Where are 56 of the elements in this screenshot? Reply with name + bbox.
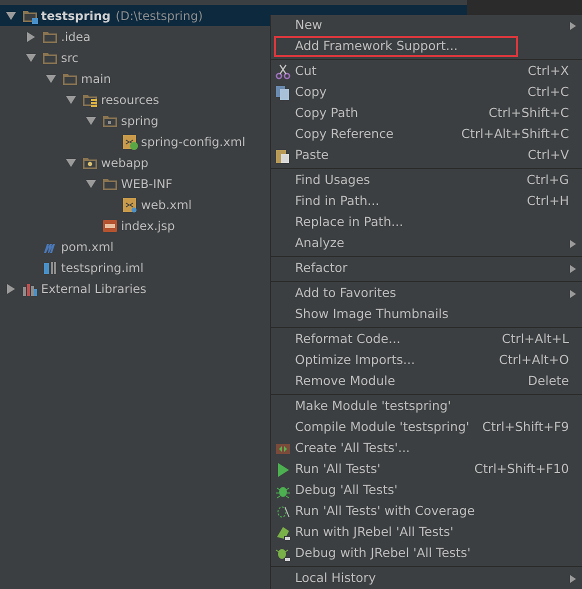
expand-arrow-icon[interactable] xyxy=(6,284,16,294)
jsp-file-icon xyxy=(102,218,118,234)
menu-item[interactable]: Paste Ctrl+V xyxy=(271,145,582,166)
shortcut-label: Ctrl+Alt+L xyxy=(502,330,570,348)
spring-xml-icon xyxy=(122,134,138,150)
menu-item[interactable]: Compile Module 'testspring' Ctrl+Shift+F9 xyxy=(271,417,582,438)
menu-item[interactable]: Copy Ctrl+C xyxy=(271,82,582,103)
shortcut-label: Ctrl+Alt+O xyxy=(499,351,570,370)
shortcut-label: Ctrl+H xyxy=(526,192,570,210)
collapse-arrow-icon[interactable] xyxy=(26,52,36,62)
menu-item[interactable]: Local History xyxy=(271,568,582,589)
menu-item[interactable]: Debug with JRebel 'All Tests' xyxy=(271,543,582,564)
menu-item[interactable]: Show Image Thumbnails xyxy=(271,304,582,325)
menu-item[interactable]: Run 'All Tests' Ctrl+Shift+F10 xyxy=(271,459,582,480)
expand-arrow-icon[interactable] xyxy=(26,32,36,42)
run-icon xyxy=(275,462,291,478)
menu-item[interactable]: Copy Path Ctrl+Shift+C xyxy=(271,103,582,124)
menu-item[interactable]: Optimize Imports... Ctrl+Alt+O xyxy=(271,350,582,371)
menu-item[interactable]: Copy Reference Ctrl+Alt+Shift+C xyxy=(271,124,582,145)
paste-icon xyxy=(275,148,291,164)
shortcut-label: Delete xyxy=(528,372,570,390)
coverage-icon xyxy=(275,504,291,520)
shortcut-label: Ctrl+G xyxy=(526,171,570,190)
shortcut-label: Ctrl+X xyxy=(528,62,570,80)
menu-item[interactable]: Replace in Path... xyxy=(271,212,582,233)
menu-item[interactable]: Reformat Code... Ctrl+Alt+L xyxy=(271,329,582,350)
menu-item[interactable]: Run with JRebel 'All Tests' xyxy=(271,522,582,543)
menu-item[interactable]: Cut Ctrl+X xyxy=(271,61,582,82)
menu-item[interactable]: Debug 'All Tests' xyxy=(271,480,582,501)
collapse-arrow-icon[interactable] xyxy=(66,158,76,168)
shortcut-label: Ctrl+C xyxy=(528,83,570,102)
menu-item[interactable]: Find Usages Ctrl+G xyxy=(271,170,582,191)
shortcut-label: Ctrl+Shift+C xyxy=(488,104,570,122)
menu-item[interactable]: Refactor xyxy=(271,258,582,279)
collapse-arrow-icon[interactable] xyxy=(6,10,16,20)
shortcut-label: Ctrl+Shift+F9 xyxy=(482,418,570,436)
jrebel-icon xyxy=(275,524,291,540)
menu-item[interactable]: Add to Favorites xyxy=(271,283,582,304)
menu-item[interactable]: Find in Path... Ctrl+H xyxy=(271,191,582,212)
module-file-icon xyxy=(42,260,58,276)
xml-file-icon xyxy=(122,196,138,212)
menu-item[interactable]: Add Framework Support... xyxy=(274,36,518,57)
collapse-arrow-icon[interactable] xyxy=(66,94,76,104)
collapse-arrow-icon[interactable] xyxy=(46,74,56,84)
menu-item[interactable]: Remove Module Delete xyxy=(271,371,582,392)
menu-item[interactable]: Run 'All Tests' with Coverage xyxy=(271,501,582,522)
scissors-icon xyxy=(275,64,291,80)
shortcut-label: Ctrl+Shift+F10 xyxy=(474,460,570,478)
menu-item[interactable]: Make Module 'testspring' xyxy=(271,396,582,417)
collapse-arrow-icon[interactable] xyxy=(86,116,96,126)
menu-item[interactable]: Analyze xyxy=(271,233,582,254)
copy-icon xyxy=(275,84,291,100)
shortcut-label: Ctrl+V xyxy=(528,146,570,164)
menu-item[interactable]: Create 'All Tests'... xyxy=(271,438,582,459)
collapse-arrow-icon[interactable] xyxy=(86,178,96,188)
shortcut-label: Ctrl+Alt+Shift+C xyxy=(461,125,570,144)
